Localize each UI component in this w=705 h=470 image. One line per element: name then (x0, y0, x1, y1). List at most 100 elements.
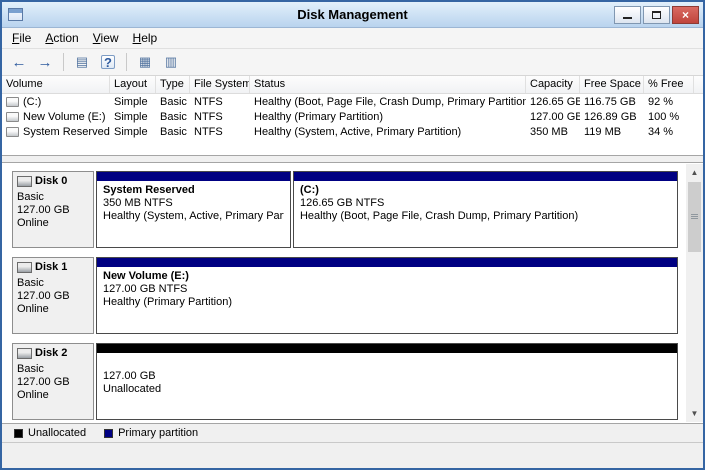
legend-unallocated: Unallocated (14, 427, 86, 439)
menu-file[interactable]: File (5, 29, 38, 47)
volume-capacity: 127.00 GB (526, 111, 580, 123)
volume-file-system: NTFS (190, 111, 250, 123)
volume-name: System Reserved (23, 126, 110, 138)
partition-status: Unallocated (103, 383, 671, 396)
column-header-pct-free[interactable]: % Free (644, 76, 694, 93)
console-tree-icon: ▤ (76, 55, 88, 69)
volume-free-space: 126.89 GB (580, 111, 644, 123)
graphical-view: Disk 0 Basic 127.00 GB Online System Res… (2, 162, 703, 424)
scroll-up-button[interactable]: ▲ (686, 164, 703, 181)
partition-title: (C:) (300, 184, 671, 197)
scroll-down-button[interactable]: ▼ (686, 405, 703, 422)
disk-1-label[interactable]: Disk 1 Basic 127.00 GB Online (12, 257, 94, 334)
volume-list-header: Volume Layout Type File System Status Ca… (2, 76, 703, 94)
volume-file-system: NTFS (190, 126, 250, 138)
close-button[interactable]: × (672, 6, 699, 24)
column-header-capacity[interactable]: Capacity (526, 76, 580, 93)
up-arrow-icon: ▲ (691, 168, 699, 177)
volume-file-system: NTFS (190, 96, 250, 108)
toolbar-disk-properties-button[interactable]: ▥ (159, 51, 183, 73)
volume-icon (6, 112, 19, 122)
column-header-file-system[interactable]: File System (190, 76, 250, 93)
window-controls: × (612, 6, 699, 24)
menu-help[interactable]: Help (126, 29, 165, 47)
volume-status: Healthy (Primary Partition) (250, 111, 526, 123)
partition-type-stripe (97, 258, 677, 267)
disk-name-text: Disk 0 (35, 175, 67, 188)
help-icon: ? (101, 55, 115, 69)
minimize-icon (623, 17, 632, 19)
toolbar: ← → ▤ ? ▦ ▥ (2, 49, 703, 76)
volume-free-space: 116.75 GB (580, 96, 644, 108)
disk-name-text: Disk 2 (35, 347, 67, 360)
menu-action[interactable]: Action (38, 29, 85, 47)
maximize-button[interactable] (643, 6, 670, 24)
volume-free-space: 119 MB (580, 126, 644, 138)
disk-2-label[interactable]: Disk 2 Basic 127.00 GB Online (12, 343, 94, 420)
partition-system-reserved[interactable]: System Reserved 350 MB NTFS Healthy (Sys… (96, 171, 291, 248)
volume-pct-free: 100 % (644, 111, 694, 123)
partition-status: Healthy (Primary Partition) (103, 296, 671, 309)
disk-type: Basic (17, 363, 89, 376)
partition-type-stripe (97, 172, 290, 181)
app-icon (8, 8, 23, 21)
column-header-volume[interactable]: Volume (2, 76, 110, 93)
volume-status: Healthy (Boot, Page File, Crash Dump, Pr… (250, 96, 526, 108)
column-header-type[interactable]: Type (156, 76, 190, 93)
disk-row-1: Disk 1 Basic 127.00 GB Online New Volume… (12, 257, 678, 334)
partition-type-stripe (294, 172, 677, 181)
volume-row-e[interactable]: New Volume (E:) Simple Basic NTFS Health… (2, 109, 703, 124)
volume-type: Basic (156, 111, 190, 123)
partition-c[interactable]: (C:) 126.65 GB NTFS Healthy (Boot, Page … (293, 171, 678, 248)
volume-type: Basic (156, 96, 190, 108)
partition-status: Healthy (System, Active, Primary Partiti… (103, 210, 284, 223)
disk-properties-icon: ▥ (165, 55, 177, 69)
volume-layout: Simple (110, 111, 156, 123)
volume-name: New Volume (E:) (23, 111, 106, 123)
disk-size: 127.00 GB (17, 290, 89, 303)
volume-type: Basic (156, 126, 190, 138)
titlebar[interactable]: Disk Management × (2, 2, 703, 28)
partition-size: 126.65 GB NTFS (300, 197, 671, 210)
toolbar-console-tree-button[interactable]: ▤ (70, 51, 94, 73)
primary-partition-swatch (104, 429, 113, 438)
disk-status: Online (17, 303, 89, 316)
disk-0-label[interactable]: Disk 0 Basic 127.00 GB Online (12, 171, 94, 248)
disk-icon (17, 176, 32, 187)
volume-row-system-reserved[interactable]: System Reserved Simple Basic NTFS Health… (2, 124, 703, 139)
toolbar-separator (126, 53, 127, 71)
maximize-icon (652, 11, 661, 19)
action-pane-icon: ▦ (139, 55, 151, 69)
volume-pct-free: 34 % (644, 126, 694, 138)
partition-title: New Volume (E:) (103, 270, 671, 283)
partition-new-volume-e[interactable]: New Volume (E:) 127.00 GB NTFS Healthy (… (96, 257, 678, 334)
volume-layout: Simple (110, 126, 156, 138)
disk-size: 127.00 GB (17, 376, 89, 389)
unallocated-space[interactable]: 127.00 GB Unallocated (96, 343, 678, 420)
disk-status: Online (17, 217, 89, 230)
column-header-status[interactable]: Status (250, 76, 526, 93)
partition-size: 127.00 GB (103, 370, 671, 383)
toolbar-forward-button[interactable]: → (33, 51, 57, 73)
toolbar-help-button[interactable]: ? (96, 51, 120, 73)
partition-size: 127.00 GB NTFS (103, 283, 671, 296)
volume-capacity: 126.65 GB (526, 96, 580, 108)
disk-type: Basic (17, 191, 89, 204)
menubar: File Action View Help (2, 28, 703, 49)
column-header-free-space[interactable]: Free Space (580, 76, 644, 93)
vertical-scrollbar[interactable]: ▲ ▼ (686, 164, 703, 422)
legend-bar: Unallocated Primary partition (2, 424, 703, 443)
scrollbar-thumb[interactable] (688, 182, 701, 252)
forward-arrow-icon: → (38, 55, 53, 70)
disk-row-2: Disk 2 Basic 127.00 GB Online 127.00 GB … (12, 343, 678, 420)
volume-row-c[interactable]: (C:) Simple Basic NTFS Healthy (Boot, Pa… (2, 94, 703, 109)
menu-view[interactable]: View (86, 29, 126, 47)
minimize-button[interactable] (614, 6, 641, 24)
toolbar-back-button[interactable]: ← (7, 51, 31, 73)
toolbar-action-pane-button[interactable]: ▦ (133, 51, 157, 73)
volume-icon (6, 97, 19, 107)
partition-type-stripe (97, 344, 677, 353)
disk-row-0: Disk 0 Basic 127.00 GB Online System Res… (12, 171, 678, 248)
volume-pct-free: 92 % (644, 96, 694, 108)
column-header-layout[interactable]: Layout (110, 76, 156, 93)
